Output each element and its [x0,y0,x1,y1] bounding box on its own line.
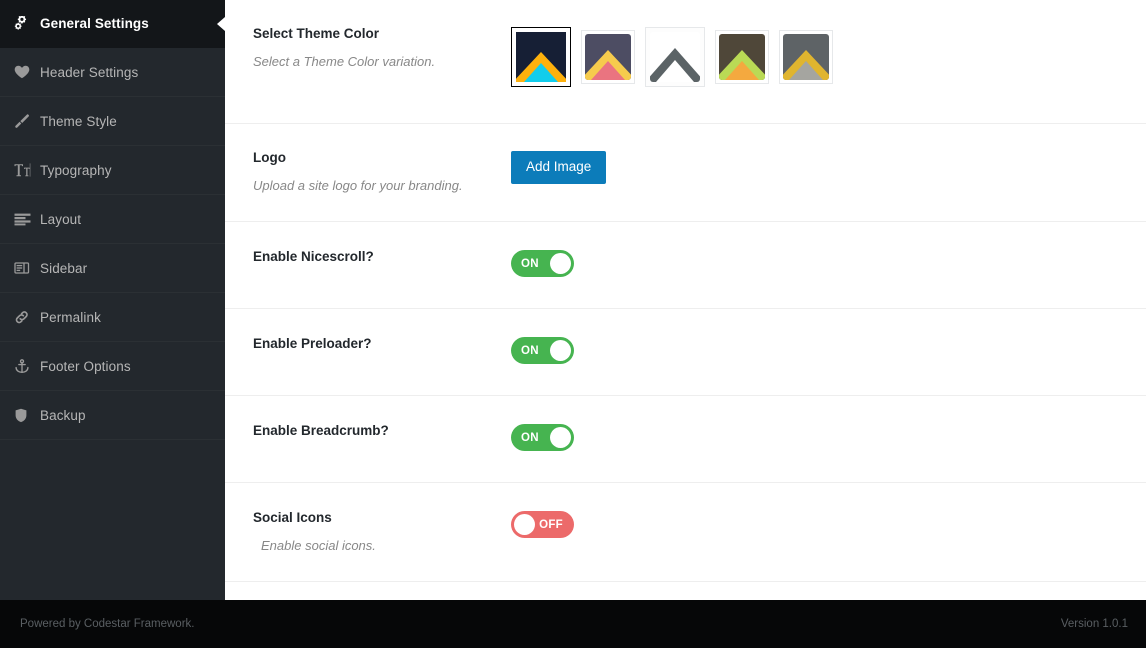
field-description: Enable social icons. [261,538,376,554]
sidebar-item-typography[interactable]: Typography [0,146,225,195]
sidebar-item-theme-style[interactable]: Theme Style [0,97,225,146]
field-title-block: Enable Breadcrumb? [253,423,511,439]
sidebar-item-label: General Settings [40,16,149,31]
field-control: ON [511,423,1146,452]
field-breadcrumb: Enable Breadcrumb? ON [225,396,1146,484]
paintbrush-icon [14,113,40,129]
sidebar-item-label: Sidebar [40,260,88,276]
field-label: Logo [253,150,286,165]
sidebar-item-label: Layout [40,211,82,227]
field-title-block: Social Icons Enable social icons. [253,510,511,555]
preloader-toggle[interactable]: ON [511,337,574,365]
field-social-icons: Social Icons Enable social icons. OFF [225,483,1146,583]
social-icons-toggle[interactable]: OFF [511,511,574,539]
field-nicescroll: Enable Nicescroll? ON [225,222,1146,310]
field-control: OFF [511,510,1146,539]
theme-swatch-gray-gold[interactable] [779,30,833,84]
sidebar-item-layout[interactable]: Layout [0,195,225,244]
add-image-button[interactable]: Add Image [511,151,607,185]
sidebar-item-label: Footer Options [40,358,131,374]
chevron-left-icon [217,16,225,31]
theme-options-panel: General Settings Header Settings Theme S… [0,0,1146,648]
layout-icon [14,213,40,226]
field-label: Enable Nicescroll? [253,249,374,265]
field-description: Select a Theme Color variation. [253,54,436,70]
footer-version: Version 1.0.1 [1060,618,1128,630]
sidebar-item-label: Header Settings [40,64,139,80]
field-theme-color: Select Theme Color Select a Theme Color … [225,0,1146,124]
toggle-label: ON [521,431,539,444]
sidebar-item-label: Typography [40,162,112,178]
settings-sidebar: General Settings Header Settings Theme S… [0,0,225,600]
field-label: Enable Preloader? [253,336,372,352]
theme-swatch-white-gray[interactable] [645,27,705,87]
field-logo: Logo Upload a site logo for your brandin… [225,124,1146,223]
sidebar-item-label: Theme Style [40,113,117,129]
typography-icon [14,163,40,177]
sidebar-item-label: Backup [40,407,86,423]
breadcrumb-toggle[interactable]: ON [511,424,574,452]
cogs-icon [14,16,40,31]
toggle-knob [550,340,571,362]
theme-color-swatches [508,24,1146,90]
nicescroll-toggle[interactable]: ON [511,250,574,278]
toggle-label: ON [521,344,539,357]
field-label: Select Theme Color [253,26,380,41]
footer-powered-by: Powered by Codestar Framework. [20,618,195,630]
settings-content: Select Theme Color Select a Theme Color … [225,0,1146,600]
sidebar-item-footer-options[interactable]: Footer Options [0,342,225,391]
field-control: ON [511,336,1146,365]
field-title-block: Logo Upload a site logo for your brandin… [253,150,511,195]
field-title-block: Enable Preloader? [253,336,511,352]
sidebar-item-permalink[interactable]: Permalink [0,293,225,342]
panel-footer: Powered by Codestar Framework. Version 1… [0,600,1146,648]
field-label: Social Icons [253,510,332,526]
sidebar-item-header-settings[interactable]: Header Settings [0,48,225,97]
toggle-label: ON [521,257,539,270]
theme-swatch-olive-green[interactable] [715,30,769,84]
sidebar-item-general-settings[interactable]: General Settings [0,0,225,48]
toggle-knob [514,514,535,536]
shield-icon [14,408,40,423]
field-title-block: Select Theme Color Select a Theme Color … [253,26,511,71]
heart-icon [14,65,40,79]
sidebar-item-label: Permalink [40,309,101,325]
field-preloader: Enable Preloader? ON [225,309,1146,397]
toggle-label: OFF [539,518,563,531]
sidebar-item-sidebar[interactable]: Sidebar [0,244,225,293]
field-control: ON [511,249,1146,278]
panel-body: General Settings Header Settings Theme S… [0,0,1146,600]
field-control: Add Image [511,150,1146,185]
field-title-block: Enable Nicescroll? [253,249,511,265]
field-description: Upload a site logo for your branding. [253,178,463,194]
toggle-knob [550,253,571,275]
field-label: Enable Breadcrumb? [253,423,389,439]
anchor-icon [14,358,40,374]
sidebar-item-backup[interactable]: Backup [0,391,225,440]
toggle-knob [550,427,571,449]
link-icon [14,310,40,325]
field-control [508,24,1146,90]
theme-swatch-purple-pink[interactable] [581,30,635,84]
sidebar-icon [14,261,40,275]
theme-swatch-navy-cyan[interactable] [508,24,574,90]
